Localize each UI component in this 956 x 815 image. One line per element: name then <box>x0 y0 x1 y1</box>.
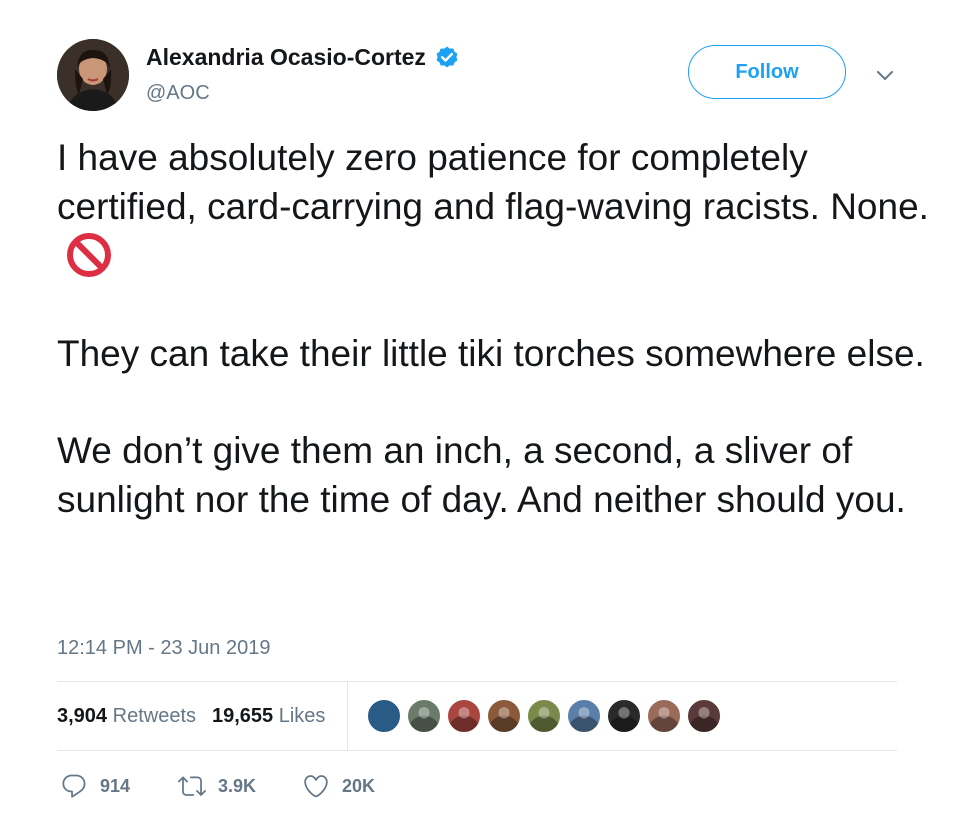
likes-label: Likes <box>278 704 326 727</box>
tweet-paragraph: I have absolutely zero patience for comp… <box>57 134 937 282</box>
tweet-paragraph: They can take their little tiki torches … <box>57 333 925 374</box>
reply-button[interactable]: 914 <box>60 772 178 800</box>
tweet-paragraph: We don’t give them an inch, a second, a … <box>57 430 906 520</box>
stats-divider <box>347 681 348 751</box>
like-button[interactable]: 20K <box>302 772 375 800</box>
follow-button[interactable]: Follow <box>688 45 846 99</box>
retweet-icon <box>178 776 206 796</box>
engagement-stats: 3,904 Retweets 19,655 Likes <box>57 681 325 751</box>
retweet-count: 3.9K <box>218 775 257 796</box>
liker-avatar[interactable] <box>686 698 722 734</box>
retweets-label: Retweets <box>112 704 196 727</box>
heart-icon <box>304 775 328 798</box>
tweet-card: Alexandria Ocasio-Cortez @AOC Follow I h… <box>0 0 956 815</box>
tweet-paragraph-text: I have absolutely zero patience for comp… <box>57 137 929 227</box>
like-count: 20K <box>342 775 376 796</box>
liker-avatar[interactable] <box>566 698 602 734</box>
author-avatar[interactable] <box>57 39 129 111</box>
author-name[interactable]: Alexandria Ocasio-Cortez <box>146 44 426 71</box>
liker-avatars <box>366 698 726 734</box>
reply-count: 914 <box>100 775 131 796</box>
retweets-count: 3,904 <box>57 704 108 727</box>
author-handle[interactable]: @AOC <box>146 82 210 105</box>
divider <box>57 750 897 751</box>
verified-badge-icon <box>434 45 460 71</box>
tweet-text: I have absolutely zero patience for comp… <box>57 134 937 524</box>
tweet-timestamp[interactable]: 12:14 PM - 23 Jun 2019 <box>57 637 270 660</box>
retweet-button[interactable]: 3.9K <box>178 772 302 800</box>
chevron-down-icon[interactable] <box>872 62 898 88</box>
retweets-stat[interactable]: 3,904 Retweets <box>57 705 196 728</box>
liker-avatar[interactable] <box>646 698 682 734</box>
liker-avatar[interactable] <box>366 698 402 734</box>
liker-avatar[interactable] <box>406 698 442 734</box>
liker-avatar[interactable] <box>486 698 522 734</box>
likes-count: 19,655 <box>212 704 274 727</box>
liker-avatar[interactable] <box>526 698 562 734</box>
author-name-row: Alexandria Ocasio-Cortez <box>146 44 460 71</box>
reply-icon <box>62 774 86 798</box>
liker-avatar[interactable] <box>606 698 642 734</box>
likes-stat[interactable]: 19,655 Likes <box>212 705 325 728</box>
prohibited-icon <box>65 231 113 279</box>
tweet-actions: 914 3.9K 20K <box>60 772 375 800</box>
liker-avatar[interactable] <box>446 698 482 734</box>
